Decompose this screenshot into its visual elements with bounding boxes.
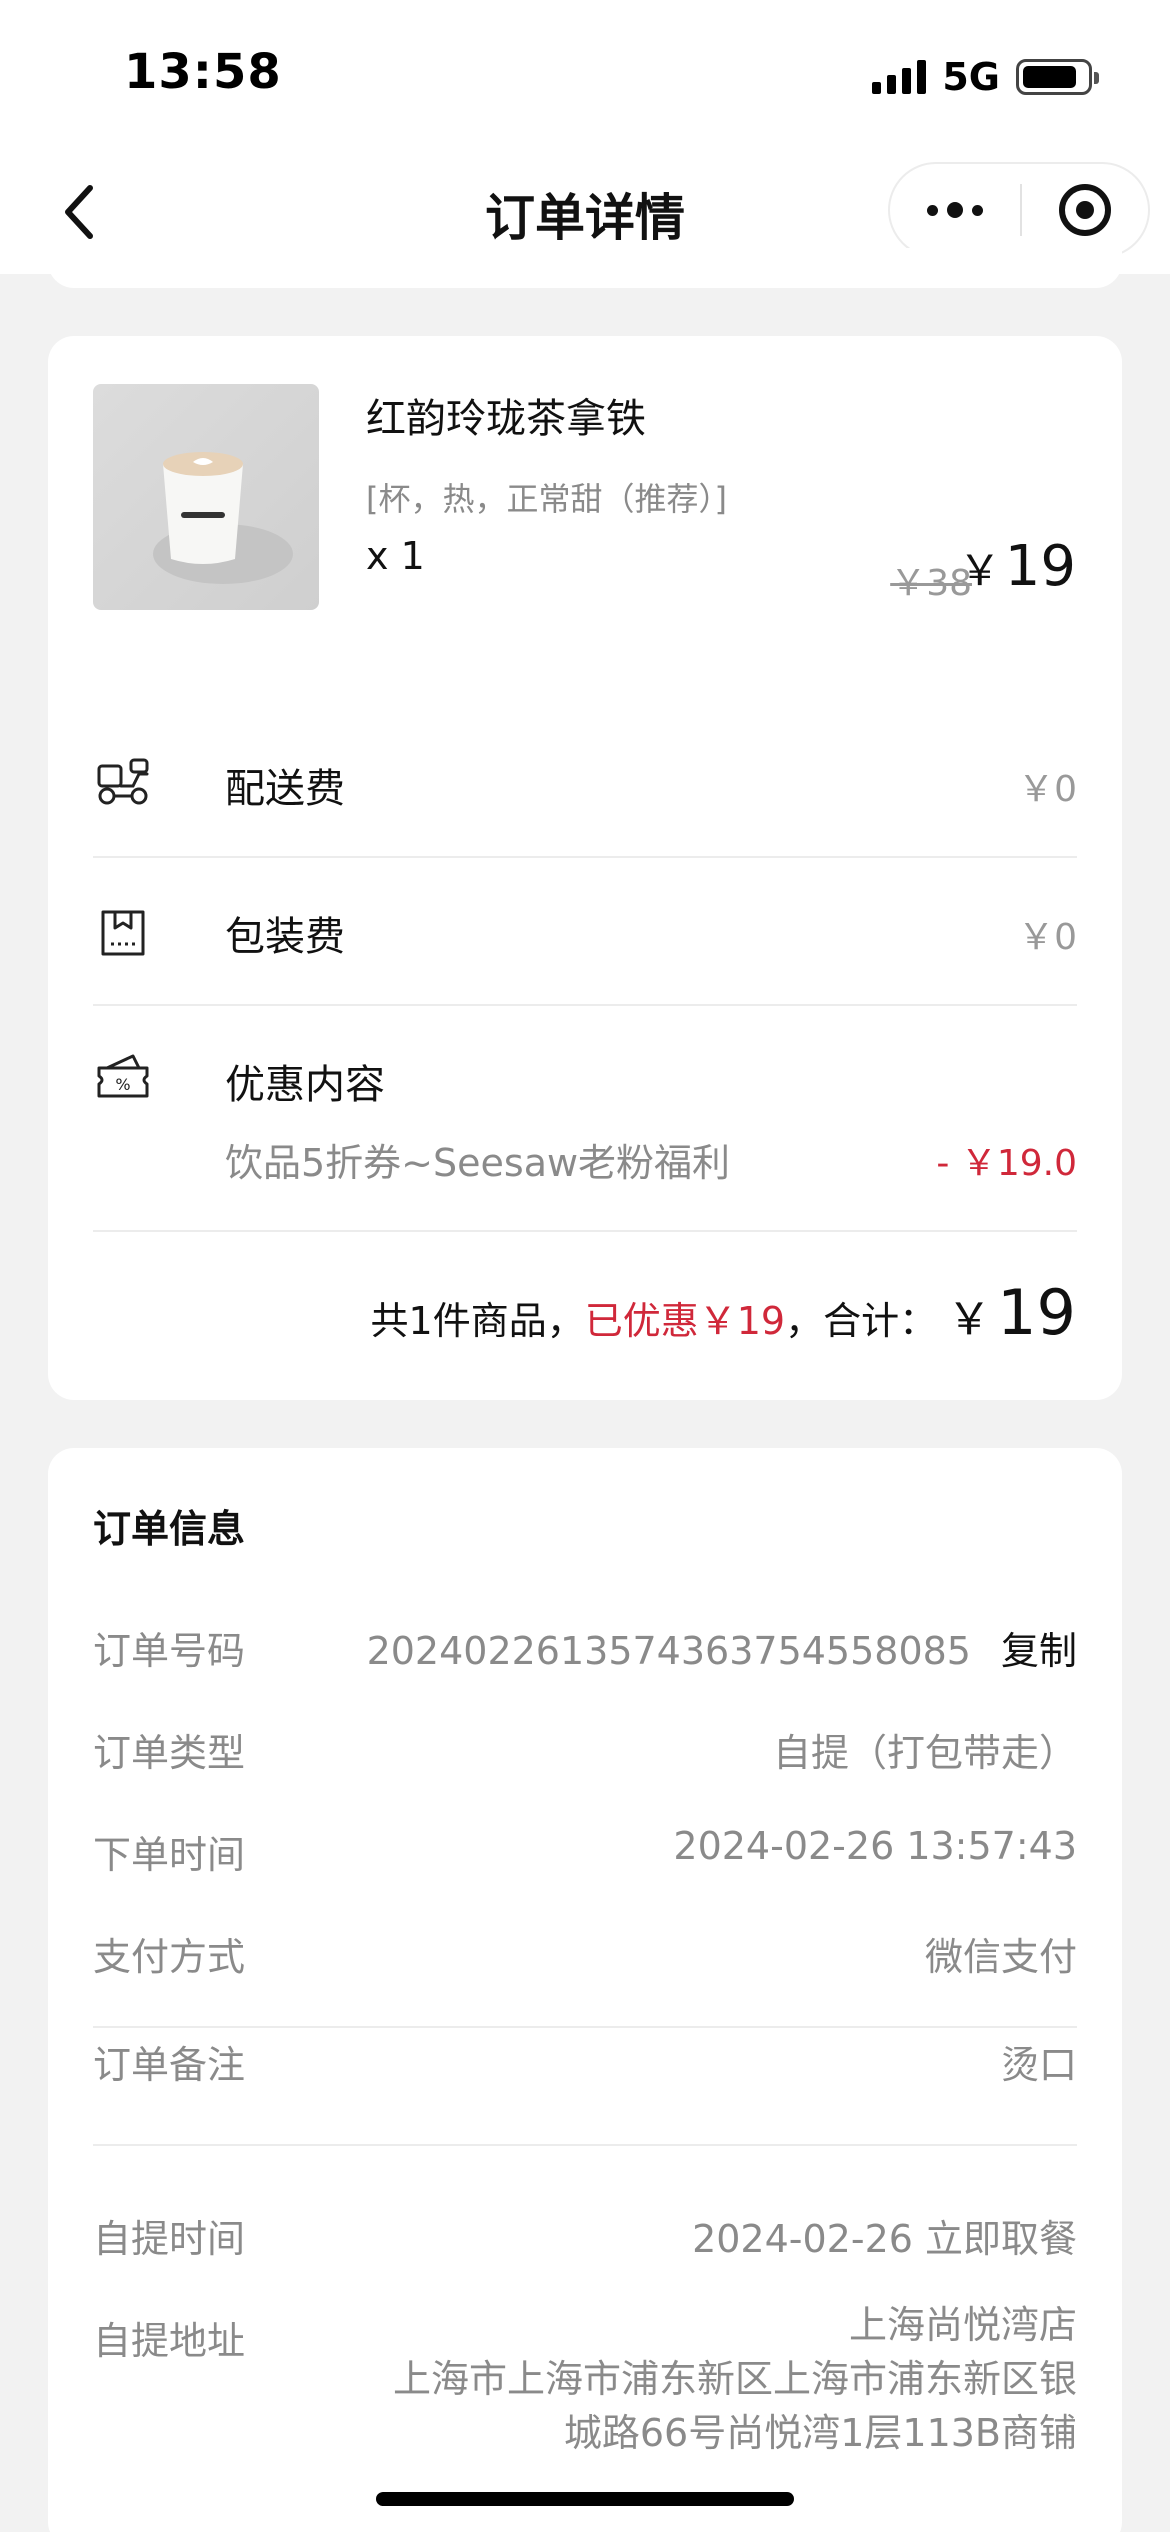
total-currency: ￥ [947, 1294, 992, 1345]
order-number-value: 20240226135743637545580­85 复制 [367, 1620, 1077, 1675]
total-amount: ￥19 [947, 1276, 1076, 1349]
discount-description: 饮品5折券~Seesaw老粉福利 [225, 1141, 731, 1185]
pickup-address: 上海尚悦湾店 上海市上海市浦东新区上海市浦东新区银 城路66号尚悦湾1层113B… [317, 2298, 1077, 2460]
copy-button[interactable]: 复制 [1001, 1629, 1077, 1673]
previous-card-edge [48, 248, 1122, 288]
mini-program-capsule [888, 162, 1150, 258]
order-time-value: 2024-02-26 13:57:43 [673, 1824, 1077, 1868]
delivery-fee-row: 配送费 ￥0 [93, 710, 1077, 858]
battery-fill [1023, 66, 1076, 88]
store-name: 上海尚悦湾店 [848, 2303, 1077, 2347]
coffee-cup-image [153, 452, 293, 584]
product-name: 红韵玲珑茶拿铁 [366, 396, 646, 442]
package-bag-icon [101, 910, 145, 956]
info-divider [93, 2144, 1077, 2146]
product-card: 红韵玲珑茶拿铁 [杯，热，正常甜（推荐）] x 1 ￥38 ￥19 配送费 ￥0… [48, 336, 1122, 1400]
product-quantity: x 1 [366, 534, 425, 578]
address-line-1: 上海市上海市浦东新区上海市浦东新区银 [392, 2357, 1077, 2401]
status-indicators: 5G [872, 52, 1099, 102]
order-info-title: 订单信息 [93, 1507, 246, 1551]
price-value: 19 [1004, 534, 1076, 599]
payment-value: 微信支付 [924, 1935, 1077, 1979]
order-time-label: 下单时间 [93, 1833, 246, 1877]
target-circle-icon [1059, 184, 1111, 236]
battery-icon [1016, 59, 1099, 95]
current-price: ￥19 [959, 534, 1076, 599]
delivery-fee-value: ￥0 [1018, 769, 1077, 810]
product-spec: [杯，热，正常甜（推荐）] [366, 480, 727, 518]
discount-label: 优惠内容 [225, 1062, 385, 1108]
payment-label: 支付方式 [93, 1935, 246, 1979]
svg-text:%: % [115, 1075, 130, 1094]
packaging-fee-label: 包装费 [225, 914, 345, 960]
network-label: 5G [942, 55, 1000, 99]
discount-amount: - ￥19.0 [936, 1143, 1077, 1184]
order-number: 20240226135743637545580­85 [366, 1629, 971, 1673]
order-type-value: 自提（打包带走） [772, 1731, 1077, 1775]
pickup-time-value: 2024-02-26 立即取餐 [692, 2217, 1077, 2261]
discount-row: % 优惠内容 饮品5折券~Seesaw老粉福利 - ￥19.0 [93, 1006, 1077, 1232]
home-indicator [376, 2492, 794, 2506]
order-info-card: 订单信息 订单号码 20240226135743637545580­85 复制 订… [48, 1448, 1122, 2532]
remark-label: 订单备注 [93, 2043, 246, 2087]
packaging-fee-row: 包装费 ￥0 [93, 858, 1077, 1006]
more-dots-icon [927, 204, 938, 216]
remark-value: 烫口 [1000, 2043, 1077, 2087]
packaging-fee-value: ￥0 [1018, 917, 1077, 958]
pickup-address-label: 自提地址 [93, 2319, 246, 2363]
info-divider [93, 2026, 1077, 2028]
delivery-fee-label: 配送费 [225, 766, 345, 812]
more-button[interactable] [890, 164, 1020, 256]
order-summary: 共1件商品， 已优惠￥19 ，合计： ￥19 [371, 1276, 1076, 1349]
delivery-scooter-icon [97, 758, 149, 805]
status-time: 13:58 [124, 44, 282, 100]
total-value: 19 [997, 1276, 1076, 1349]
item-count: 共1件商品， [370, 1299, 585, 1343]
address-line-2: 城路66号尚悦湾1层113B商铺 [563, 2411, 1077, 2455]
close-button[interactable] [1022, 164, 1148, 256]
pickup-time-label: 自提时间 [93, 2217, 246, 2261]
order-number-label: 订单号码 [93, 1629, 246, 1673]
coupon-percent-icon: % [97, 1054, 149, 1098]
signal-icon [872, 60, 927, 94]
saved-amount: 已优惠￥19 [584, 1299, 786, 1343]
product-image [93, 384, 319, 610]
order-type-label: 订单类型 [93, 1731, 246, 1775]
status-bar: 13:58 5G [0, 0, 1170, 150]
total-label: ，合计： [785, 1299, 938, 1343]
currency-symbol: ￥ [958, 546, 1001, 595]
